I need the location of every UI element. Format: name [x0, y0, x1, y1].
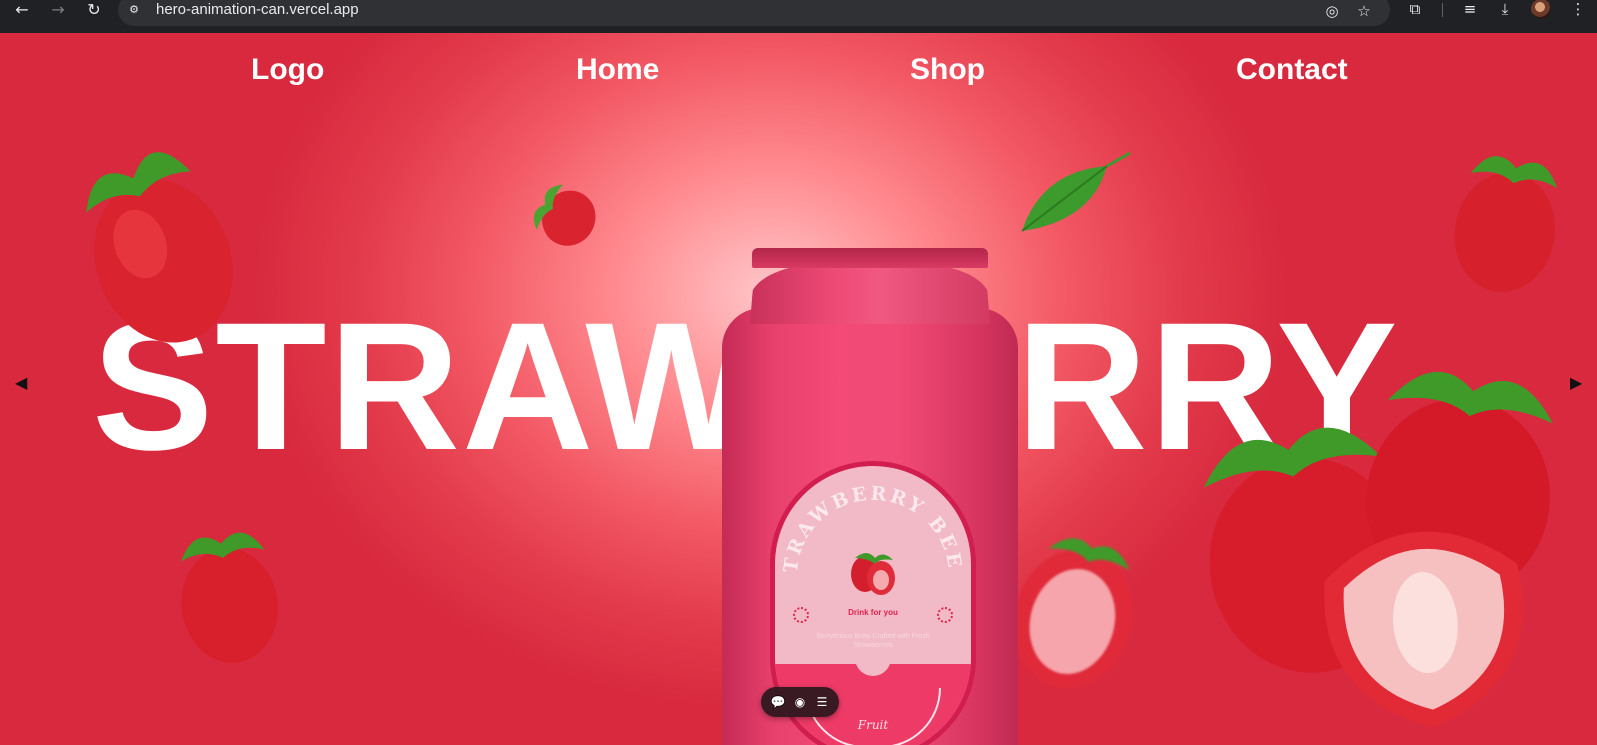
- strawberry-icon: [1430, 135, 1584, 305]
- eye-off-icon[interactable]: ◎: [1322, 2, 1342, 20]
- view-icon[interactable]: ◉: [791, 695, 809, 709]
- browser-toolbar: ← → ↻ ⚙ hero-animation-can.vercel.app ◎ …: [0, 0, 1597, 33]
- back-icon[interactable]: ←: [10, 0, 34, 19]
- forward-icon[interactable]: →: [46, 0, 70, 19]
- star-icon[interactable]: ☆: [1354, 2, 1374, 20]
- strawberry-icon: [158, 513, 297, 673]
- can-neck: [750, 264, 990, 324]
- menu-icon[interactable]: ☰: [813, 695, 831, 709]
- strawberry-half-icon: [1300, 493, 1549, 742]
- can-flavor: Fruit: [857, 718, 889, 732]
- leaf-icon: [1012, 151, 1132, 241]
- can-brand-arc: STRAWBERRY BEER: [775, 466, 963, 595]
- can-tagline: Drink for you: [848, 608, 898, 617]
- toolbar-divider: [1442, 3, 1443, 17]
- nav-contact[interactable]: Contact: [1236, 53, 1348, 87]
- nav-home[interactable]: Home: [576, 53, 659, 87]
- address-bar[interactable]: ⚙ hero-animation-can.vercel.app ◎ ☆: [118, 0, 1390, 26]
- reload-icon[interactable]: ↻: [82, 0, 106, 19]
- strawberry-icon: [512, 160, 618, 273]
- extensions-icon[interactable]: ⧉: [1404, 0, 1426, 20]
- hero-page: Logo Home Shop Contact STRAWBERRY ◀ ▶: [0, 33, 1597, 745]
- can-lid: [752, 248, 988, 268]
- download-icon[interactable]: ⤓: [1494, 0, 1516, 20]
- beer-can: STRAWBERRY BEER Drink for you Berrylicio…: [722, 248, 1018, 745]
- nav-shop[interactable]: Shop: [910, 53, 985, 87]
- profile-avatar[interactable]: [1531, 0, 1551, 19]
- reading-list-icon[interactable]: ≡: [1459, 0, 1481, 20]
- site-info-icon[interactable]: ⚙: [126, 3, 142, 19]
- can-description: Berrylicious Brew Crafted with Fresh Str…: [816, 633, 930, 649]
- nav-logo[interactable]: Logo: [251, 53, 324, 87]
- floating-toolbar: 💬 ◉ ☰: [761, 687, 839, 717]
- comment-icon[interactable]: 💬: [769, 695, 787, 709]
- more-menu-icon[interactable]: ⋮: [1567, 0, 1589, 20]
- url-text[interactable]: hero-animation-can.vercel.app: [156, 1, 359, 18]
- prev-slide-arrow[interactable]: ◀: [15, 373, 27, 392]
- strawberry-icon: [851, 553, 895, 595]
